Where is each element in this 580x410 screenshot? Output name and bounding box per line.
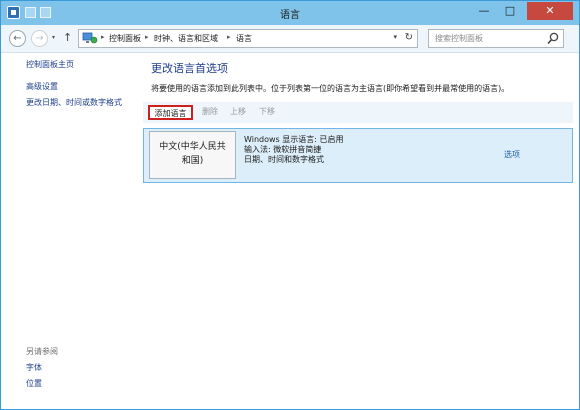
location-link[interactable]: 位置 bbox=[26, 378, 42, 389]
see-also-heading: 另请参阅 bbox=[26, 347, 58, 356]
search-box[interactable]: 搜索控制面板 bbox=[428, 29, 564, 48]
remove-button[interactable]: 删除 bbox=[202, 105, 218, 120]
advanced-settings-link[interactable]: 高级设置 bbox=[26, 81, 58, 92]
main-content: 更改语言首选项 将要使用的语言添加到此列表中。位于列表第一位的语言为主语言(即你… bbox=[137, 53, 579, 409]
breadcrumb-language[interactable]: 语言 bbox=[236, 33, 252, 44]
forward-button[interactable]: → bbox=[31, 30, 48, 47]
address-bar[interactable]: ▸ 控制面板 ▸ 时钟、语言和区域 ▸ 语言 ▾ ↻ bbox=[78, 29, 418, 48]
up-button[interactable]: ↑ bbox=[63, 31, 72, 44]
navigation-bar: ← → ▾ ↑ ▸ 控制面板 ▸ 时钟、语言和区域 ▸ 语言 ▾ ↻ 搜索控制面… bbox=[1, 25, 579, 53]
maximize-button[interactable]: □ bbox=[497, 2, 523, 20]
language-list-item[interactable]: 中文(中华人民共 和国) Windows 显示语言: 已启用 输入法: 微软拼音… bbox=[143, 128, 573, 183]
input-method: 输入法: 微软拼音简捷 bbox=[244, 145, 322, 154]
move-up-button[interactable]: 上移 bbox=[230, 105, 246, 120]
language-toolbar: 添加语言 删除 上移 下移 bbox=[143, 102, 573, 123]
change-date-time-format-link[interactable]: 更改日期、时间或数字格式 bbox=[26, 97, 122, 108]
language-name-line: 和国) bbox=[181, 156, 204, 166]
refresh-icon[interactable]: ↻ bbox=[405, 32, 413, 43]
search-icon[interactable] bbox=[547, 32, 559, 45]
recent-locations-button[interactable]: ▾ bbox=[52, 34, 55, 41]
breadcrumb-control-panel[interactable]: 控制面板 bbox=[109, 33, 141, 44]
page-description: 将要使用的语言添加到此列表中。位于列表第一位的语言为主语言(即你希望看到并最常使… bbox=[151, 84, 510, 93]
move-down-button[interactable]: 下移 bbox=[259, 105, 275, 120]
control-panel-home-link[interactable]: 控制面板主页 bbox=[26, 59, 74, 70]
language-window: 语言 — □ ✕ ← → ▾ ↑ ▸ 控制面板 ▸ 时钟、语言和区域 ▸ 语言 … bbox=[0, 0, 580, 410]
page-title: 更改语言首选项 bbox=[151, 62, 228, 75]
left-pane: 控制面板主页 高级设置 更改日期、时间或数字格式 另请参阅 字体 位置 bbox=[1, 53, 137, 409]
title-bar: 语言 — □ ✕ bbox=[1, 1, 579, 25]
breadcrumb-clock-language-region[interactable]: 时钟、语言和区域 bbox=[154, 33, 218, 44]
address-dropdown-icon[interactable]: ▾ bbox=[393, 33, 397, 41]
back-button[interactable]: ← bbox=[9, 30, 26, 47]
display-language-status: Windows 显示语言: 已启用 bbox=[244, 135, 344, 144]
minimize-button[interactable]: — bbox=[471, 2, 497, 20]
language-options-link[interactable]: 选项 bbox=[504, 149, 520, 160]
language-name-tile[interactable]: 中文(中华人民共 和国) bbox=[149, 131, 236, 179]
fonts-link[interactable]: 字体 bbox=[26, 362, 42, 373]
language-name-line: 中文(中华人民共 bbox=[159, 142, 226, 152]
date-time-number-format: 日期、时间和数字格式 bbox=[244, 155, 324, 164]
search-placeholder: 搜索控制面板 bbox=[435, 34, 483, 43]
breadcrumb-separator: ▸ bbox=[227, 33, 231, 41]
language-details: Windows 显示语言: 已启用 输入法: 微软拼音简捷 日期、时间和数字格式 bbox=[244, 135, 344, 165]
add-language-button[interactable]: 添加语言 bbox=[148, 105, 193, 120]
breadcrumb-separator: ▸ bbox=[145, 33, 149, 41]
close-button[interactable]: ✕ bbox=[527, 2, 573, 20]
breadcrumb-separator: ▸ bbox=[101, 33, 105, 41]
control-panel-icon bbox=[82, 32, 98, 44]
